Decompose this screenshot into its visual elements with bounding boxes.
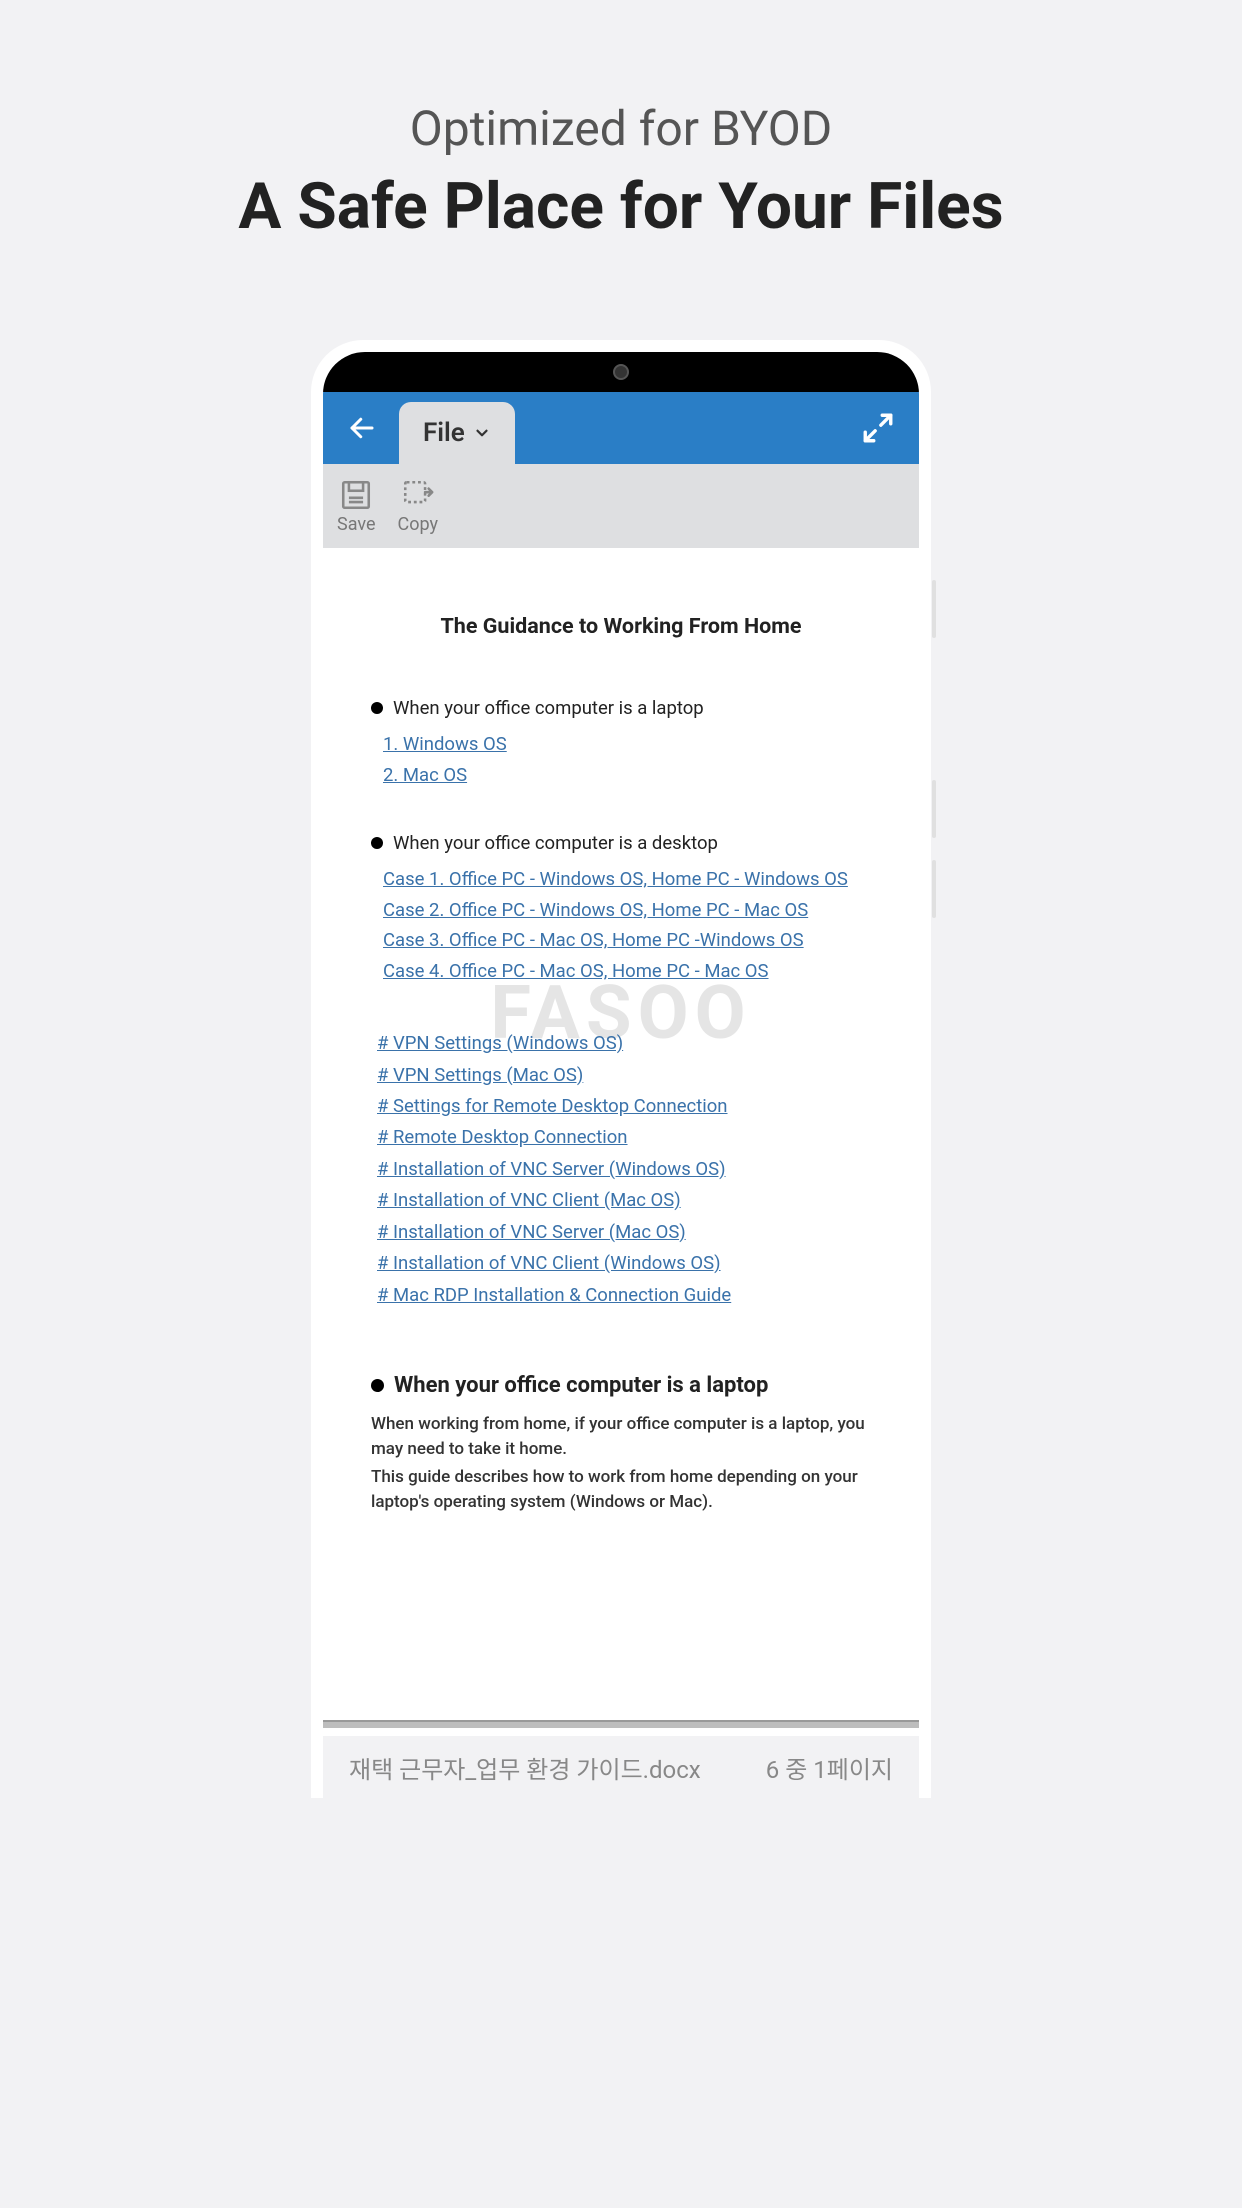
file-tab-label: File (423, 418, 465, 448)
toc-links: 1. Windows OS 2. Mac OS (371, 729, 871, 790)
phone-mockup: File Save (311, 340, 931, 1798)
doc-link[interactable]: # Installation of VNC Server (Windows OS… (377, 1154, 871, 1185)
doc-link[interactable]: # Installation of VNC Server (Mac OS) (377, 1217, 871, 1248)
hash-links: # VPN Settings (Windows OS) # VPN Settin… (377, 1028, 871, 1311)
doc-link[interactable]: # VPN Settings (Windows OS) (377, 1028, 871, 1059)
toc-heading: When your office computer is a laptop (371, 697, 871, 719)
arrow-left-icon (347, 413, 377, 443)
copy-label: Copy (398, 514, 439, 535)
chevron-down-icon (473, 424, 491, 442)
fullscreen-button[interactable] (861, 411, 895, 445)
body-paragraph: This guide describes how to work from ho… (371, 1465, 871, 1514)
doc-link[interactable]: # Installation of VNC Client (Mac OS) (377, 1185, 871, 1216)
doc-link[interactable]: # Mac RDP Installation & Connection Guid… (377, 1280, 871, 1311)
back-button[interactable] (323, 413, 399, 443)
marketing-header: Optimized for BYOD A Safe Place for Your… (0, 0, 1242, 244)
save-label: Save (337, 514, 376, 535)
expand-icon (861, 411, 895, 445)
phone-side-button (932, 780, 936, 838)
doc-link[interactable]: 1. Windows OS (383, 729, 871, 760)
filename-label: 재택 근무자_업무 환경 가이드.docx (349, 1750, 701, 1785)
doc-link[interactable]: Case 3. Office PC - Mac OS, Home PC -Win… (383, 925, 871, 956)
toc-heading: When your office computer is a desktop (371, 832, 871, 854)
doc-link[interactable]: Case 2. Office PC - Windows OS, Home PC … (383, 895, 871, 926)
doc-link[interactable]: 2. Mac OS (383, 760, 871, 791)
doc-link[interactable]: # Remote Desktop Connection (377, 1122, 871, 1153)
doc-link[interactable]: # Installation of VNC Client (Windows OS… (377, 1248, 871, 1279)
status-footer: 재택 근무자_업무 환경 가이드.docx 6 중 1페이지 (323, 1736, 919, 1798)
file-tab[interactable]: File (399, 402, 515, 464)
camera-dot (613, 364, 629, 380)
doc-link[interactable]: # VPN Settings (Mac OS) (377, 1060, 871, 1091)
phone-side-button (932, 860, 936, 918)
ribbon-toolbar: Save Copy (323, 464, 919, 548)
save-button[interactable]: Save (337, 478, 376, 535)
section-heading: When your office computer is a laptop (371, 1373, 871, 1398)
doc-link[interactable]: # Settings for Remote Desktop Connection (377, 1091, 871, 1122)
phone-notch (323, 352, 919, 392)
marketing-title: A Safe Place for Your Files (0, 169, 1242, 244)
doc-link[interactable]: Case 4. Office PC - Mac OS, Home PC - Ma… (383, 956, 871, 987)
document-content: The Guidance to Working From Home When y… (323, 548, 919, 1539)
body-paragraph: When working from home, if your office c… (371, 1412, 871, 1461)
copy-icon (401, 478, 435, 512)
page-edge (323, 1720, 919, 1728)
marketing-subtitle: Optimized for BYOD (0, 100, 1242, 157)
save-icon (339, 478, 373, 512)
app-toolbar: File (323, 392, 919, 464)
phone-side-button (932, 580, 936, 638)
doc-link[interactable]: Case 1. Office PC - Windows OS, Home PC … (383, 864, 871, 895)
toc-links: Case 1. Office PC - Windows OS, Home PC … (371, 864, 871, 986)
copy-button[interactable]: Copy (398, 478, 439, 535)
document-title: The Guidance to Working From Home (371, 614, 871, 639)
document-viewport[interactable]: FASOO The Guidance to Working From Home … (323, 548, 919, 1736)
page-info: 6 중 1페이지 (766, 1750, 893, 1785)
